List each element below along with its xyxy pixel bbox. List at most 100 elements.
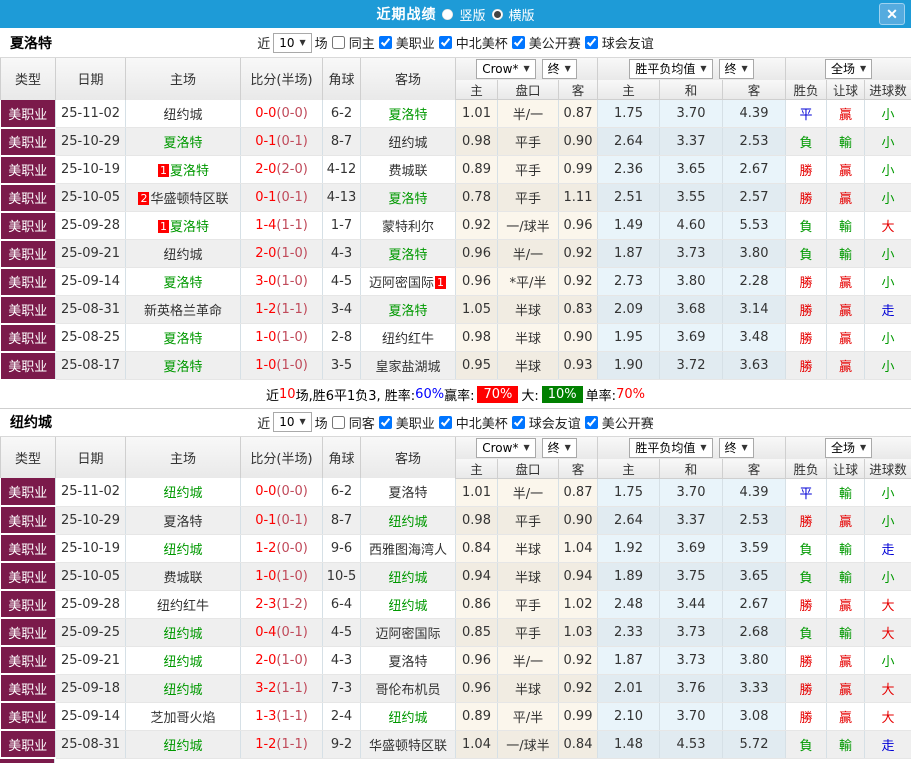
fulltime-score: 2-0 [255,162,276,177]
away-team-name: 费城联 [388,164,427,179]
cell-league: 美职业 [1,506,56,534]
league-checkbox-2[interactable] [512,416,525,429]
matches-count-select[interactable]: 10▼ [273,412,311,432]
cell-avg-lose: 3.08 [723,702,786,730]
col-result-wdl: 胜负 [786,80,827,100]
odds-selects-group: Crow*▼ 终▼ [456,58,598,80]
cell-away-team: 纽约红牛 [361,324,456,352]
cell-league: 美职业 [1,590,56,618]
table-row: 美职业25-09-25纽约城0-4(0-1)4-5迈阿密国际0.85平手1.03… [1,618,911,646]
odds-company-select[interactable]: Crow*▼ [476,59,535,79]
scope-select-wrap: 全场▼ [786,437,911,459]
table-row: 美职业25-09-28纽约红牛2-3(1-2)6-4纽约城0.86平手1.022… [1,590,911,618]
home-team-name: 纽约城 [163,486,202,501]
table-row: 美职业25-09-18纽约城3-2(1-1)7-3哥伦布机员0.96半球0.92… [1,674,911,702]
odds-stage-select[interactable]: 终▼ [542,438,577,458]
league-checkbox-3[interactable] [585,416,598,429]
matches-count-select[interactable]: 10▼ [273,33,311,53]
odds-company-select[interactable]: Crow*▼ [476,438,535,458]
avg-odds-select[interactable]: 胜平负均值▼ [629,438,712,458]
cell-odds-away: 1.04 [559,534,598,562]
league-checkbox-0[interactable] [379,36,392,49]
league-checkbox-1[interactable] [439,36,452,49]
cell-odds-away: 1.11 [559,184,598,212]
league-checkbox-label-3[interactable]: 美公开赛 [602,413,654,432]
vertical-layout-radio[interactable] [442,9,453,20]
cell-result-goals: 小 [865,184,911,212]
summary-part: 赢率: [444,385,474,404]
league-checkbox-label-1[interactable]: 中北美杯 [456,413,508,432]
close-button[interactable]: ✕ [879,3,905,25]
league-checkbox-label-3[interactable]: 球会友谊 [602,33,654,52]
away-team-name: 皇家盐湖城 [375,360,440,375]
vertical-layout-label[interactable]: 竖版 [459,5,485,24]
avg-odds-select-value: 胜平负均值 [635,61,695,77]
away-team-name: 夏洛特 [388,486,427,501]
dropdown-arrow-icon: ▼ [860,61,866,77]
horizontal-layout-radio[interactable] [492,9,503,20]
col-away: 客场 [361,437,456,479]
cell-odds-away: 0.94 [559,562,598,590]
league-checkbox-label-0[interactable]: 美职业 [396,33,435,52]
cell-avg-draw: 3.44 [660,590,723,618]
cell-avg-win: 2.33 [598,618,660,646]
cell-avg-lose: 2.67 [723,156,786,184]
cell-result-goals: 大 [865,674,911,702]
table-row: 美职业25-08-31新英格兰革命1-2(1-1)3-4夏洛特1.05半球0.8… [1,296,911,324]
home-team-name: 夏洛特 [170,220,209,235]
cell-result-wdl: 勝 [786,184,827,212]
league-checkbox-1[interactable] [439,416,452,429]
league-checkbox-label-2[interactable]: 美公开赛 [529,33,581,52]
league-checkbox-0[interactable] [379,416,392,429]
cell-home-team: 新英格兰革命 [126,296,241,324]
league-checkbox-3[interactable] [585,36,598,49]
halftime-score: (1-0) [276,358,307,373]
cell-avg-lose: 2.57 [723,184,786,212]
title-bar: 近期战绩 竖版 横版 ✕ [0,0,911,28]
cell-home-team: 1夏洛特 [126,212,241,240]
cell-avg-draw: 3.73 [660,646,723,674]
scope-select[interactable]: 全场▼ [825,59,872,79]
avg-stage-select[interactable]: 终▼ [719,438,754,458]
cell-odds-away: 0.93 [559,352,598,380]
away-team-name: 西雅图海湾人 [369,543,447,558]
cell-avg-win: 1.75 [598,100,660,128]
cell-away-team: 迈阿密国际1 [361,268,456,296]
cell-odds-home: 0.92 [456,212,498,240]
cell-league: 美职业 [1,296,56,324]
cell-odds-home: 0.95 [456,352,498,380]
avg-odds-select[interactable]: 胜平负均值▼ [629,59,712,79]
home-team-name: 纽约城 [163,248,202,263]
cell-corners: 4-5 [323,618,361,646]
league-checkbox-label-1[interactable]: 中北美杯 [456,33,508,52]
horizontal-layout-label[interactable]: 横版 [509,5,535,24]
cell-avg-win: 1.90 [598,352,660,380]
cell-score: 2-3(1-2) [241,590,323,618]
league-checkbox-2[interactable] [512,36,525,49]
home-team-name: 纽约城 [163,739,202,754]
league-checkbox-label-2[interactable]: 球会友谊 [529,413,581,432]
cell-score: 0-1(0-1) [241,184,323,212]
cell-result-handicap: 輸 [827,534,865,562]
avg-stage-select[interactable]: 终▼ [719,59,754,79]
cell-avg-lose: 4.39 [723,100,786,128]
cell-odds-away: 0.96 [559,212,598,240]
same-venue-checkbox[interactable] [332,36,345,49]
cell-date: 25-10-29 [56,128,126,156]
home-team-name: 纽约城 [163,655,202,670]
same-venue-checkbox[interactable] [332,416,345,429]
filter-controls: 近10▼场同主美职业中北美杯美公开赛球会友谊 [257,33,654,53]
table-row: 美职业25-11-02纽约城0-0(0-0)6-2夏洛特1.01半/一0.871… [1,100,911,128]
table-row: 美职业25-08-17夏洛特1-0(1-0)3-5皇家盐湖城0.95半球0.93… [1,352,911,380]
away-team-name: 纽约城 [388,136,427,151]
odds-stage-select[interactable]: 终▼ [542,59,577,79]
cell-away-team: 夏洛特 [361,240,456,268]
same-venue-label: 同主 [349,33,375,52]
cell-corners: 4-3 [323,646,361,674]
league-checkbox-label-0[interactable]: 美职业 [396,413,435,432]
cell-avg-draw: 3.69 [660,324,723,352]
avg-stage-select-value: 终 [725,440,737,456]
scope-select[interactable]: 全场▼ [825,438,872,458]
cell-score: 3-0(1-0) [241,268,323,296]
cell-league: 美职业 [1,534,56,562]
